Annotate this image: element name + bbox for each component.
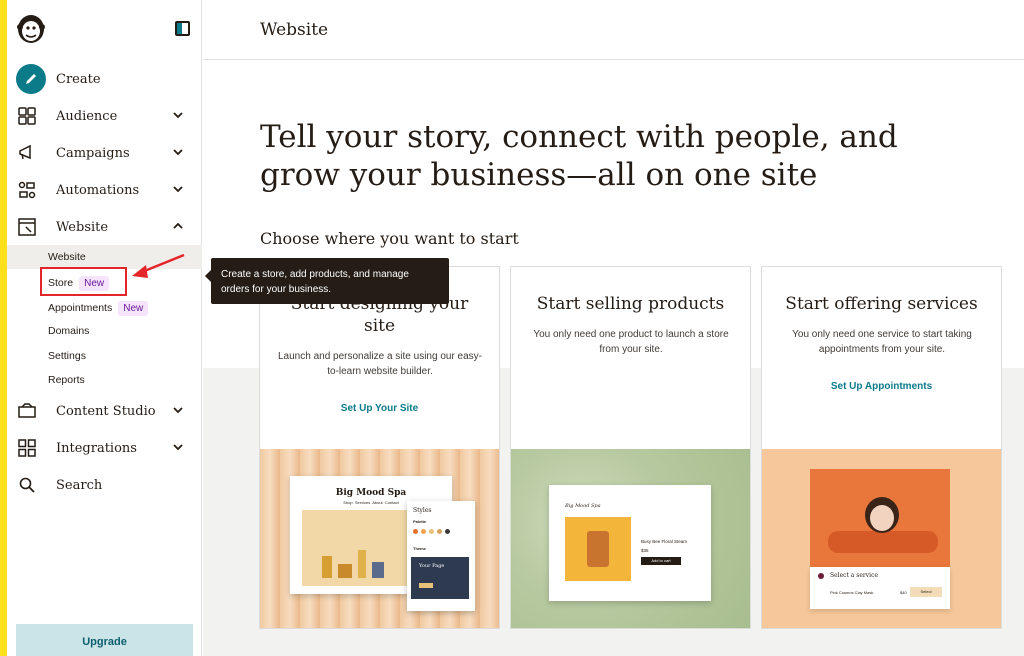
nav-label: Website xyxy=(56,219,109,235)
nav-search[interactable]: Search xyxy=(16,470,194,500)
select-service-label: Select a service xyxy=(830,572,879,579)
new-badge: New xyxy=(118,301,149,316)
preview-price: $35 xyxy=(641,548,649,553)
preview-site-name: Big Mood Spa xyxy=(335,488,407,498)
card-title: Start offering services xyxy=(785,294,978,314)
service-select-panel: Select a service Pink Cosmos Clay Mask $… xyxy=(810,567,950,609)
pencil-icon xyxy=(16,64,46,94)
card-description: Launch and personalize a site using our … xyxy=(277,351,483,377)
preview-nav-item: Shop xyxy=(343,500,353,505)
preview-nav-item: Contact xyxy=(384,500,399,505)
styles-label: Styles xyxy=(413,507,432,514)
upgrade-button[interactable]: Upgrade xyxy=(16,624,193,656)
site-builder-preview: Big Mood Spa Shop Services About Contact… xyxy=(260,449,499,628)
automations-icon xyxy=(16,179,38,201)
nav-content-studio[interactable]: Content Studio xyxy=(16,396,194,426)
palette-label: Palette xyxy=(413,519,427,524)
store-tooltip: Create a store, add products, and manage… xyxy=(205,258,449,304)
sub-item-reports[interactable]: Reports xyxy=(48,374,85,386)
nav-label: Campaigns xyxy=(56,145,130,161)
card-description: You only need one product to launch a st… xyxy=(533,329,729,355)
search-icon xyxy=(16,474,38,496)
preview-product-image xyxy=(565,517,631,581)
palette-swatches xyxy=(413,529,450,534)
nav-create[interactable]: Create xyxy=(16,64,196,94)
red-arrow-icon xyxy=(132,253,185,278)
nav-website[interactable]: Website xyxy=(16,212,194,242)
chevron-down-icon xyxy=(173,186,183,193)
preview-product-photo xyxy=(302,510,412,586)
theme-preview: Your Page xyxy=(411,557,469,599)
page-header: Website xyxy=(203,0,1024,60)
sub-item-settings[interactable]: Settings xyxy=(48,350,86,362)
website-icon xyxy=(16,216,38,238)
sub-item-appointments[interactable]: Appointments New xyxy=(48,301,149,316)
sidebar xyxy=(7,0,202,656)
grid-icon xyxy=(16,437,38,459)
nav-label: Content Studio xyxy=(56,403,156,419)
content-studio-icon xyxy=(16,400,38,422)
nav-label: Audience xyxy=(56,108,118,124)
audience-icon xyxy=(16,105,38,127)
card-selling-products: Start selling products You only need one… xyxy=(510,266,751,629)
nav-automations[interactable]: Automations xyxy=(16,175,194,205)
sub-item-label: Appointments xyxy=(48,302,113,314)
card-title: Start selling products xyxy=(536,294,725,314)
brand-stripe xyxy=(0,0,7,656)
store-preview: Big Mood Spa Busy Bee Floral Steam $35 A… xyxy=(511,449,750,628)
nav-label: Search xyxy=(56,477,103,493)
service-price: $40 xyxy=(900,590,907,595)
choose-heading: Choose where you want to start xyxy=(260,229,519,248)
nav-label: Create xyxy=(56,71,101,87)
nav-label: Automations xyxy=(56,182,140,198)
set-up-appointments-link[interactable]: Set Up Appointments xyxy=(762,381,1001,392)
add-to-cart-button: Add to cart xyxy=(641,557,681,565)
megaphone-icon xyxy=(16,142,38,164)
service-name: Pink Cosmos Clay Mask xyxy=(830,590,874,595)
nav-audience[interactable]: Audience xyxy=(16,101,194,131)
mailchimp-logo-icon[interactable] xyxy=(16,11,46,45)
store-highlight-box xyxy=(40,267,127,296)
chevron-down-icon xyxy=(173,149,183,156)
chevron-down-icon xyxy=(173,112,183,119)
nav-label: Integrations xyxy=(56,440,137,456)
sub-item-domains[interactable]: Domains xyxy=(48,325,89,337)
chevron-down-icon xyxy=(173,407,183,414)
nav-campaigns[interactable]: Campaigns xyxy=(16,138,194,168)
card-description: You only need one service to start takin… xyxy=(792,329,972,355)
card-design-site: Start designing your site Launch and per… xyxy=(259,266,500,629)
preview-spa-photo xyxy=(810,469,950,579)
services-preview: Select a service Pink Cosmos Clay Mask $… xyxy=(762,449,1001,628)
collapse-sidebar-icon[interactable] xyxy=(175,21,190,36)
chevron-down-icon xyxy=(173,444,183,451)
theme-name: Your Page xyxy=(419,563,445,569)
page-title: Website xyxy=(260,20,329,40)
preview-nav-item: Services xyxy=(354,500,371,505)
sub-item-website[interactable]: Website xyxy=(48,251,86,263)
theme-label: Theme xyxy=(413,546,426,551)
card-offering-services: Start offering services You only need on… xyxy=(761,266,1002,629)
nav-integrations[interactable]: Integrations xyxy=(16,433,194,463)
set-up-site-link[interactable]: Set Up Your Site xyxy=(260,403,499,414)
select-button: Select xyxy=(910,587,942,597)
styles-panel: Styles Palette Theme Your Page xyxy=(407,501,475,611)
preview-product-name: Busy Bee Floral Steam xyxy=(641,539,688,544)
preview-site-name: Big Mood Spa xyxy=(565,503,601,509)
hero-heading: Tell your story, connect with people, an… xyxy=(260,119,898,193)
chevron-up-icon xyxy=(173,222,183,229)
preview-nav-item: About xyxy=(372,500,383,505)
